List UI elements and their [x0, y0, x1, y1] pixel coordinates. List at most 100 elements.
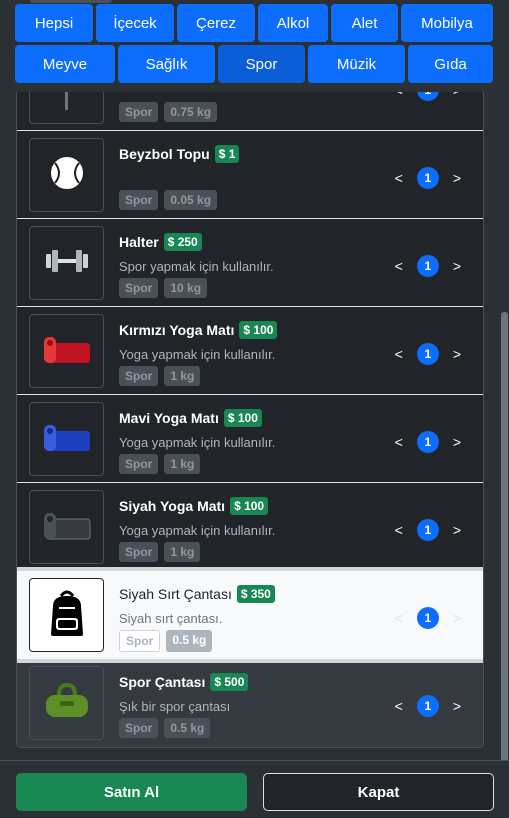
item-description: Yoga yapmak için kullanılır.	[119, 347, 276, 362]
decrease-button[interactable]: <	[395, 434, 403, 450]
weight-tag: 10 kg	[164, 278, 208, 298]
price-badge: $ 500	[210, 673, 249, 691]
list-item[interactable]: Spor 0.75 kg < 1 >	[17, 92, 483, 131]
black-yoga-mat-icon	[42, 507, 92, 548]
price-badge: $ 350	[236, 585, 275, 603]
list-item[interactable]: Spor Çantası $ 500 Şık bir spor çantası S…	[17, 659, 483, 747]
item-tags: Spor 0.5 kg	[119, 630, 213, 652]
item-description: Yoga yapmak için kullanılır.	[119, 435, 276, 450]
price-badge: $ 100	[239, 321, 278, 339]
buy-button[interactable]: Satın Al	[16, 773, 247, 811]
item-tags: Spor 10 kg	[119, 278, 208, 298]
category-tag: Spor	[119, 630, 161, 652]
list-item[interactable]: Beyzbol Topu $ 1 Spor 0.05 kg < 1 >	[17, 131, 483, 219]
category-spor[interactable]: Spor	[218, 45, 305, 83]
increase-button[interactable]: >	[453, 522, 461, 538]
quantity-stepper: < 1 >	[395, 607, 461, 629]
category-muzik[interactable]: Müzik	[308, 45, 405, 83]
category-meyve[interactable]: Meyve	[15, 45, 115, 83]
gym-bag-icon	[42, 681, 92, 726]
item-tags: Spor 0.5 kg	[119, 718, 211, 738]
category-tag: Spor	[119, 454, 159, 474]
price-badge: $ 1	[214, 145, 240, 163]
category-icecek[interactable]: İçecek	[96, 4, 174, 42]
quantity-stepper: < 1 >	[395, 92, 461, 101]
category-alkol[interactable]: Alkol	[258, 4, 328, 42]
decrease-button[interactable]: <	[395, 170, 403, 186]
increase-button[interactable]: >	[453, 170, 461, 186]
item-tags: Spor 1 kg	[119, 366, 201, 386]
item-thumbnail	[29, 314, 104, 388]
item-tags: Spor 1 kg	[119, 454, 201, 474]
item-thumbnail	[29, 666, 104, 740]
increase-button[interactable]: >	[453, 698, 461, 714]
close-button[interactable]: Kapat	[263, 773, 494, 811]
item-description: Yoga yapmak için kullanılır.	[119, 523, 276, 538]
scrollbar-thumb[interactable]	[501, 312, 508, 818]
category-tag: Spor	[119, 718, 159, 738]
category-saglik[interactable]: Sağlık	[118, 45, 215, 83]
footer: Satın Al Kapat	[0, 760, 509, 818]
price-badge: $ 250	[163, 233, 202, 251]
category-tag: Spor	[119, 190, 159, 210]
weight-tag: 1 kg	[164, 542, 201, 562]
list-item-selected[interactable]: Siyah Sırt Çantası $ 350 Siyah sırt çanta…	[17, 567, 483, 663]
red-yoga-mat-icon	[42, 331, 92, 372]
scrollbar-track[interactable]	[500, 92, 509, 818]
item-name: Kırmızı Yoga Matı $ 100	[119, 321, 278, 339]
quantity-badge: 1	[416, 255, 439, 277]
price-badge: $ 100	[230, 497, 269, 515]
quantity-badge: 1	[416, 92, 439, 101]
category-row-1: Hepsi İçecek Çerez Alkol Alet Mobilya	[0, 4, 509, 42]
weight-tag: 1 kg	[164, 366, 201, 386]
item-description: Siyah sırt çantası.	[119, 611, 223, 626]
category-tag: Spor	[119, 542, 159, 562]
item-name: Halter $ 250	[119, 233, 202, 251]
category-mobilya[interactable]: Mobilya	[401, 4, 493, 42]
decrease-button[interactable]: <	[395, 522, 403, 538]
list-item[interactable]: Mavi Yoga Matı $ 100 Yoga yapmak için kul…	[17, 395, 483, 483]
increase-button[interactable]: >	[453, 258, 461, 274]
decrease-button[interactable]: <	[395, 92, 403, 98]
category-gida[interactable]: Gıda	[408, 45, 493, 83]
category-hepsi[interactable]: Hepsi	[15, 4, 93, 42]
quantity-badge: 1	[416, 343, 439, 365]
blue-yoga-mat-icon	[42, 419, 92, 460]
category-cerez[interactable]: Çerez	[177, 4, 255, 42]
list-item[interactable]: Halter $ 250 Spor yapmak için kullanılır.…	[17, 219, 483, 307]
backpack-icon	[47, 588, 87, 643]
baseball-icon	[47, 153, 87, 198]
category-row-2: Meyve Sağlık Spor Müzik Gıda	[0, 45, 509, 83]
list-item[interactable]: Siyah Yoga Matı $ 100 Yoga yapmak için ku…	[17, 483, 483, 571]
quantity-badge: 1	[416, 519, 439, 541]
category-alet[interactable]: Alet	[331, 4, 398, 42]
item-thumbnail	[29, 92, 104, 124]
item-list[interactable]: Spor 0.75 kg < 1 > Beyzbol Topu$ 1 Spor …	[16, 92, 484, 748]
category-tag: Spor	[119, 366, 159, 386]
increase-button[interactable]: >	[453, 434, 461, 450]
category-bar: Hepsi İçecek Çerez Alkol Alet Mobilya Me…	[0, 0, 509, 92]
item-name: Beyzbol Topu $ 1	[119, 145, 240, 163]
item-description: Şık bir spor çantası	[119, 699, 231, 714]
weight-tag: 1 kg	[164, 454, 201, 474]
weight-tag: 0.75 kg	[164, 102, 218, 122]
item-name: Mavi Yoga Matı $ 100	[119, 409, 262, 427]
increase-button[interactable]: >	[453, 346, 461, 362]
item-name: Spor Çantası $ 500	[119, 673, 249, 691]
item-thumbnail	[29, 578, 104, 652]
decrease-button[interactable]: <	[395, 346, 403, 362]
weight-tag: 0.05 kg	[164, 190, 218, 210]
quantity-stepper: < 1 >	[395, 343, 461, 365]
decrease-button[interactable]: <	[395, 698, 403, 714]
quantity-badge: 1	[416, 695, 439, 717]
decrease-button[interactable]: <	[395, 258, 403, 274]
quantity-stepper: < 1 >	[395, 167, 461, 189]
item-tags: Spor 0.05 kg	[119, 190, 218, 210]
decrease-button[interactable]: <	[395, 610, 403, 626]
category-tag: Spor	[119, 278, 159, 298]
item-thumbnail	[29, 138, 104, 212]
increase-button[interactable]: >	[453, 92, 461, 98]
list-item[interactable]: Kırmızı Yoga Matı $ 100 Yoga yapmak için …	[17, 307, 483, 395]
item-name: Siyah Yoga Matı $ 100	[119, 497, 269, 515]
increase-button[interactable]: >	[453, 610, 461, 626]
